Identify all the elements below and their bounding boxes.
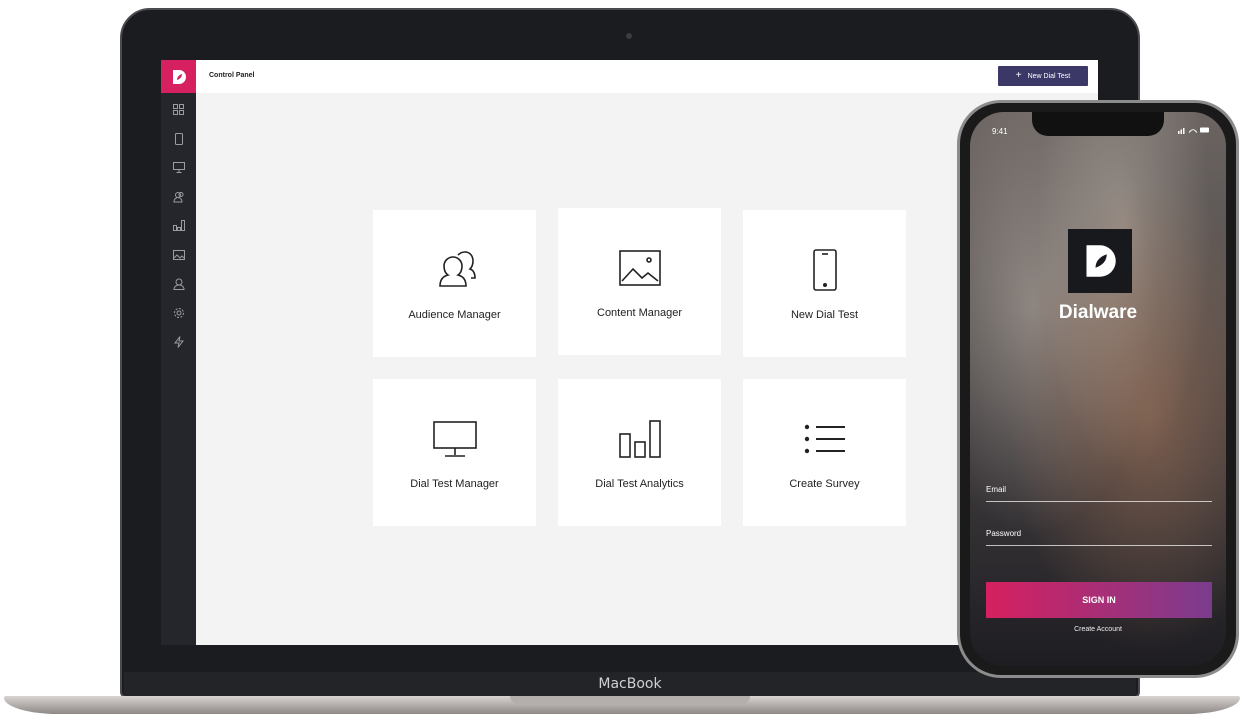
- dialware-logo-icon[interactable]: [161, 60, 196, 93]
- password-label: Password: [986, 529, 1022, 538]
- image-icon: [617, 245, 663, 291]
- phone-icon[interactable]: [161, 124, 196, 153]
- app-name: Dialware: [1058, 302, 1138, 323]
- grid-icon[interactable]: [161, 95, 196, 124]
- card-label: Dial Test Manager: [410, 477, 499, 490]
- card-content-manager[interactable]: Content Manager: [558, 208, 721, 355]
- card-label: Dial Test Analytics: [595, 477, 684, 490]
- phone-screen: 9:41 Dialware Email Password SIGN IN Cre…: [970, 112, 1226, 666]
- card-label: Content Manager: [597, 306, 682, 319]
- page-title: Control Panel: [209, 72, 255, 79]
- image-icon[interactable]: [161, 240, 196, 269]
- card-dial-test-manager[interactable]: Dial Test Manager: [373, 379, 536, 526]
- laptop-base-notch: [510, 696, 750, 704]
- dialware-logo-icon: [1068, 229, 1132, 293]
- phone-icon: [802, 247, 848, 293]
- bolt-icon[interactable]: [161, 327, 196, 356]
- email-label: Email: [986, 485, 1007, 494]
- monitor-icon[interactable]: [161, 153, 196, 182]
- password-field[interactable]: [986, 545, 1212, 546]
- card-new-dial-test[interactable]: New Dial Test: [743, 210, 906, 357]
- plus-icon: +: [1015, 70, 1022, 81]
- list-icon: [802, 416, 848, 462]
- create-account-link[interactable]: Create Account: [970, 626, 1226, 633]
- card-label: Audience Manager: [408, 308, 501, 321]
- phone-notch: [1032, 112, 1164, 136]
- audience-icon: [432, 247, 478, 293]
- user-icon[interactable]: [161, 269, 196, 298]
- webcam: [626, 33, 632, 39]
- gear-icon[interactable]: [161, 298, 196, 327]
- card-audience-manager[interactable]: Audience Manager: [373, 210, 536, 357]
- new-dial-test-button[interactable]: + New Dial Test: [998, 66, 1088, 86]
- bar-chart-icon: [617, 416, 663, 462]
- email-field[interactable]: [986, 501, 1212, 502]
- new-dial-test-button-label: New Dial Test: [1027, 72, 1071, 80]
- status-icons: [1178, 126, 1210, 136]
- card-label: New Dial Test: [790, 308, 859, 321]
- card-create-survey[interactable]: Create Survey: [743, 379, 906, 526]
- status-time: 9:41: [992, 127, 1008, 136]
- top-bar: Control Panel + New Dial Test: [196, 60, 1098, 93]
- card-label: Create Survey: [789, 477, 860, 490]
- sign-in-button[interactable]: SIGN IN: [986, 582, 1212, 618]
- card-dial-test-analytics[interactable]: Dial Test Analytics: [558, 379, 721, 526]
- bar-chart-icon[interactable]: [161, 211, 196, 240]
- monitor-icon: [432, 416, 478, 462]
- sidebar: [161, 60, 196, 645]
- laptop-brand-label: MacBook: [598, 676, 662, 692]
- audience-icon[interactable]: [161, 182, 196, 211]
